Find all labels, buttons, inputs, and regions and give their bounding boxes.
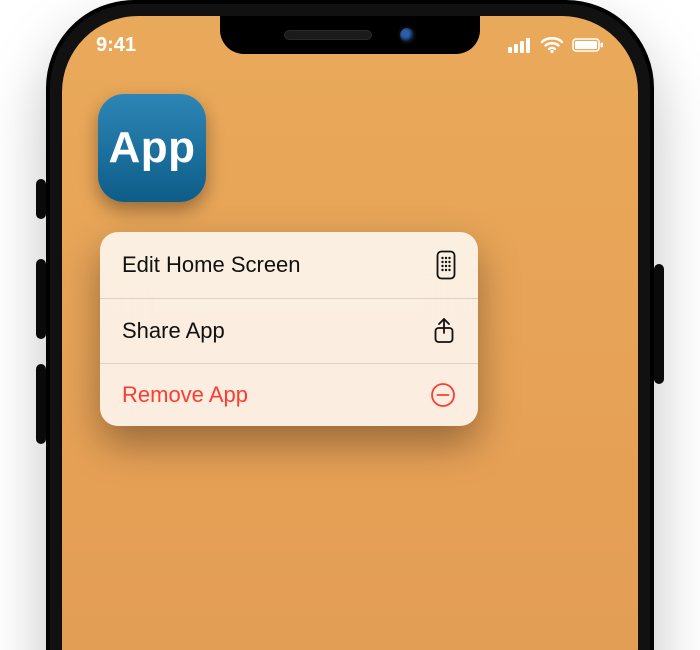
status-time: 9:41 [96, 34, 136, 57]
menu-item-edit-home-screen[interactable]: Edit Home Screen [100, 232, 478, 298]
home-screen-wallpaper: 9:41 [62, 16, 638, 650]
side-button [654, 264, 664, 384]
battery-icon [572, 37, 604, 53]
notch [220, 16, 480, 54]
front-camera [398, 26, 416, 44]
ring-switch [36, 179, 46, 219]
menu-item-label: Share App [122, 318, 225, 344]
phone-grid-icon [436, 250, 456, 280]
iphone-device-frame: 9:41 [46, 0, 654, 650]
minus-circle-icon [430, 382, 456, 408]
menu-item-label: Remove App [122, 382, 248, 408]
volume-up [36, 259, 46, 339]
wifi-icon [540, 37, 564, 53]
menu-item-share-app[interactable]: Share App [100, 298, 478, 363]
app-icon[interactable]: App [98, 94, 206, 202]
volume-down [36, 364, 46, 444]
share-icon [432, 317, 456, 345]
cellular-icon [508, 37, 532, 53]
menu-item-remove-app[interactable]: Remove App [100, 363, 478, 426]
menu-item-label: Edit Home Screen [122, 252, 301, 278]
app-icon-label: App [108, 123, 195, 173]
earpiece-speaker [284, 30, 372, 40]
context-menu: Edit Home Screen Share App Remove App [100, 232, 478, 426]
